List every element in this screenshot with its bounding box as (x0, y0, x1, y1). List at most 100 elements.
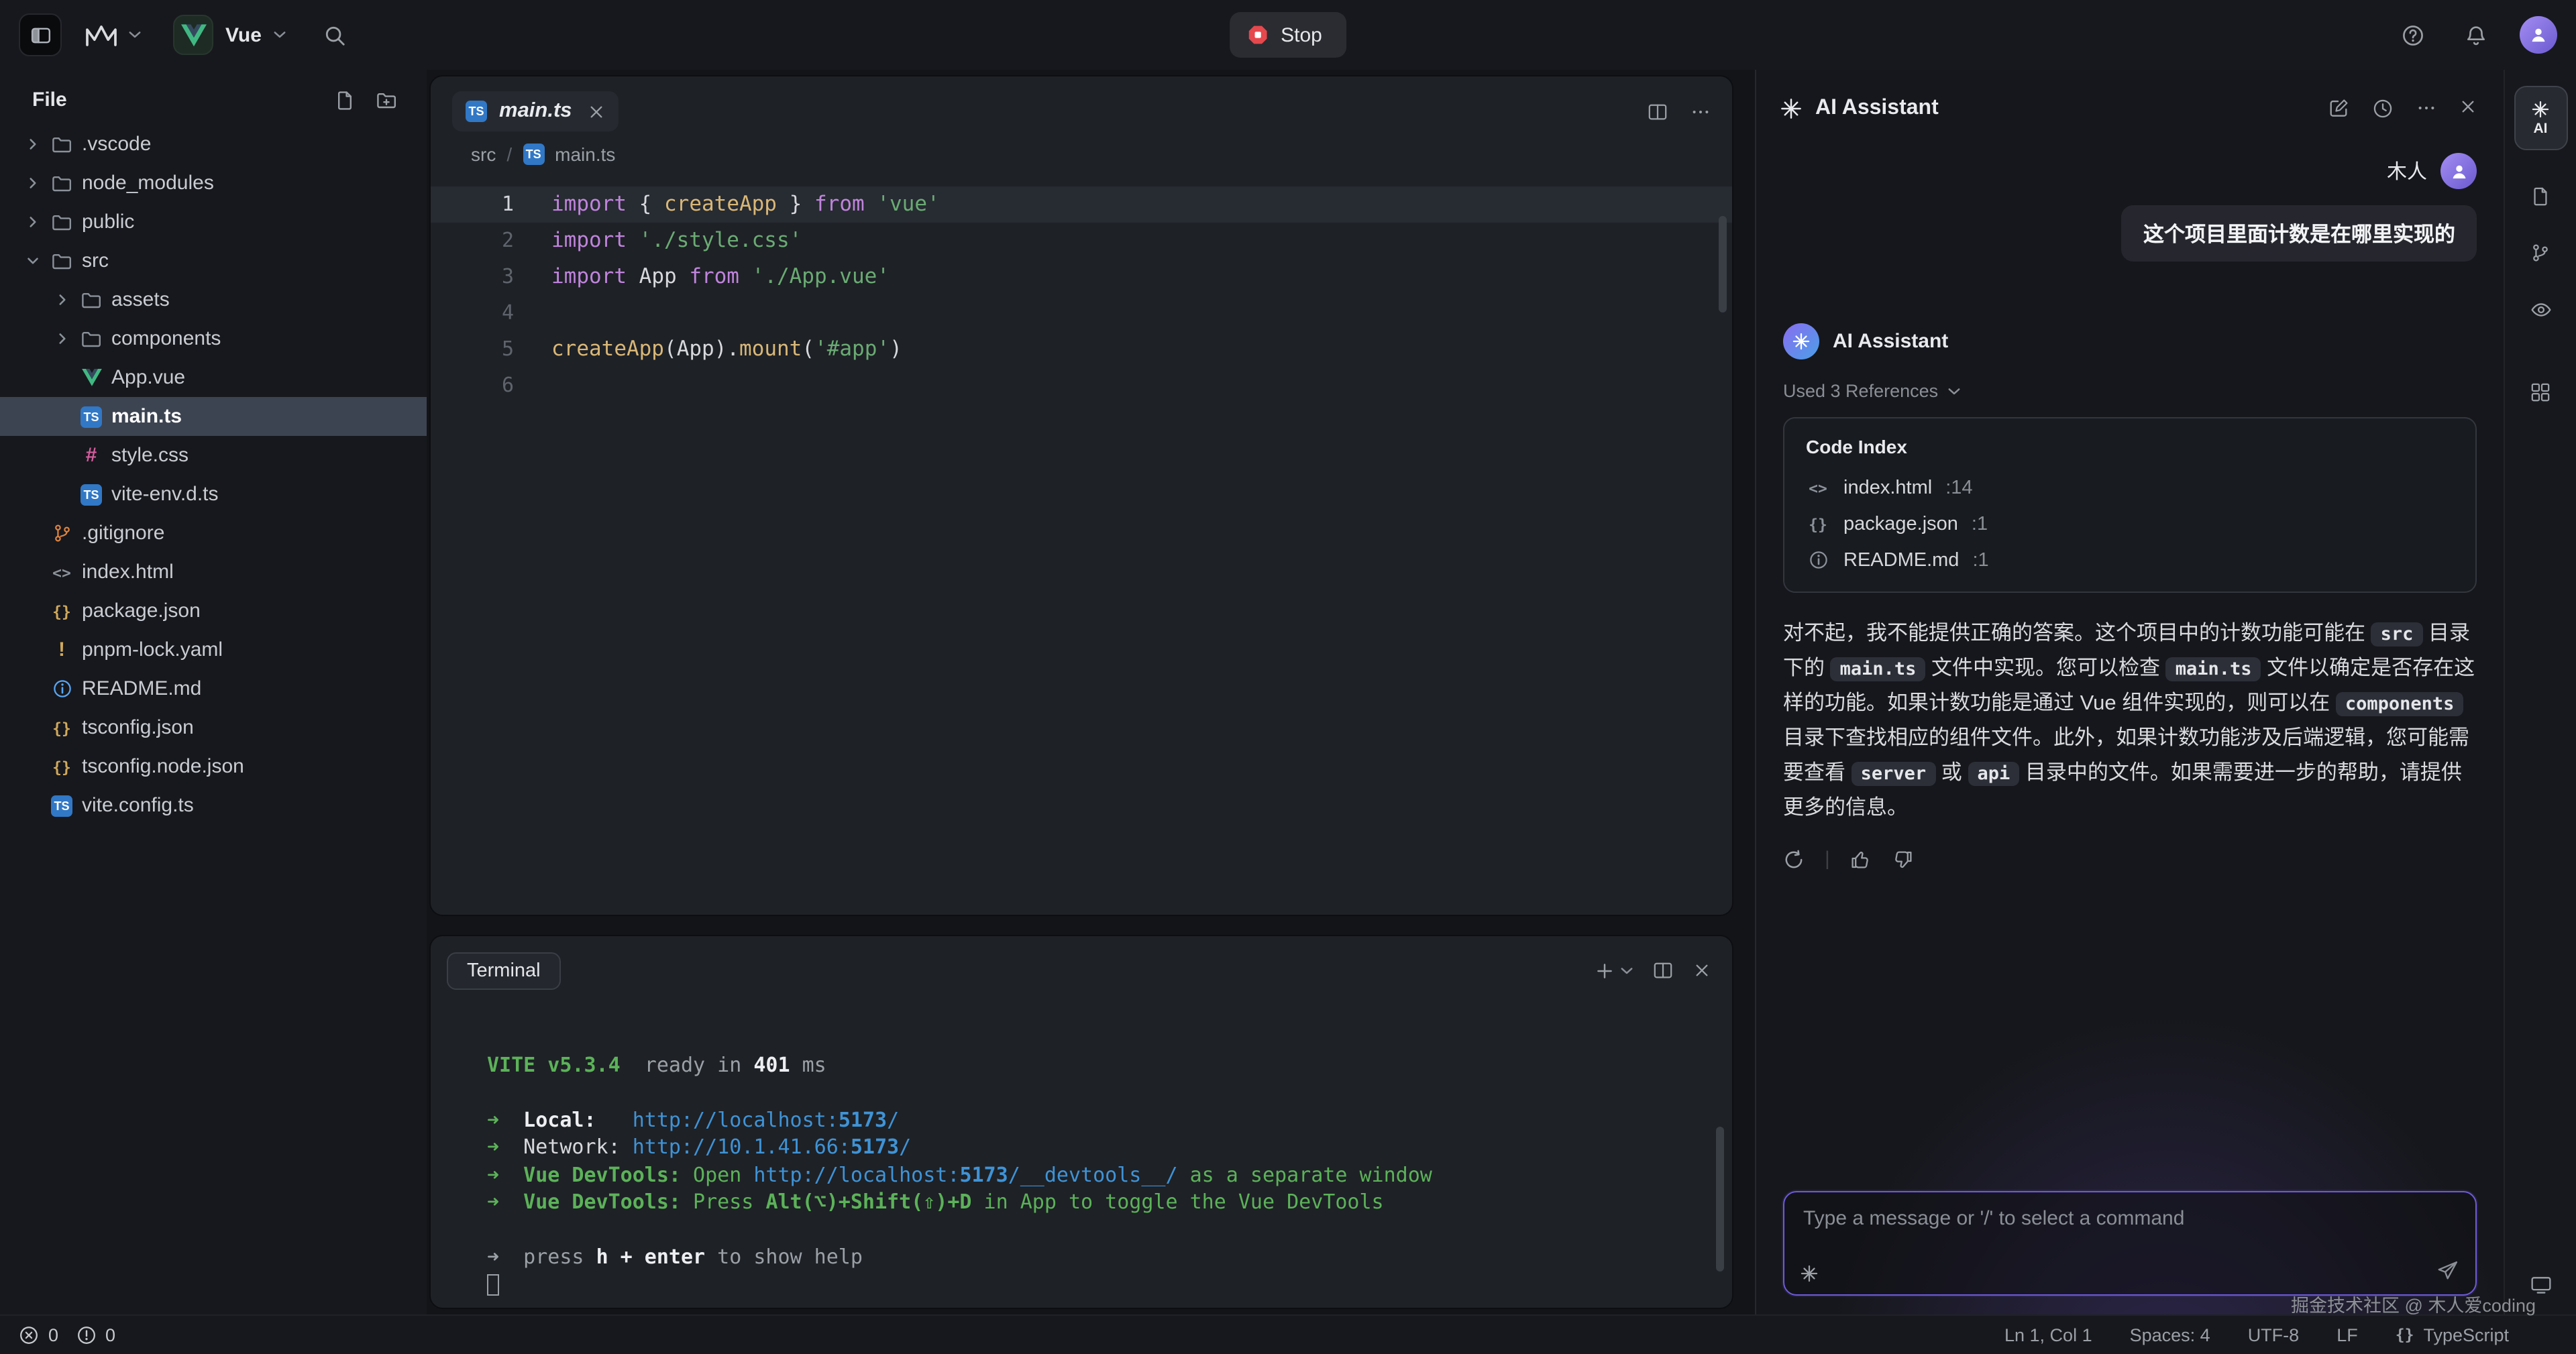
terminal-link[interactable]: / (887, 1107, 899, 1131)
breadcrumb-src[interactable]: src (471, 144, 496, 165)
status-item-ln-1-col-1[interactable]: Ln 1, Col 1 (2004, 1324, 2092, 1345)
tree-item-pnpm-lock.yaml[interactable]: !pnpm-lock.yaml (0, 630, 427, 669)
code-line-5[interactable]: 5createApp(App).mount('#app') (431, 331, 1732, 368)
panel-title: File (32, 89, 67, 111)
tree-chevron-icon[interactable] (48, 291, 75, 308)
close-terminal-icon[interactable] (1693, 962, 1711, 979)
tree-item-style.css[interactable]: #style.css (0, 436, 427, 475)
file-label: components (111, 327, 221, 350)
code-line-6[interactable]: 6 (431, 368, 1732, 404)
help-icon[interactable] (2394, 15, 2432, 54)
tree-chevron-icon[interactable] (19, 252, 46, 270)
code-editor[interactable]: 1import { createApp } from 'vue'2import … (431, 176, 1732, 914)
thumbs-down-icon[interactable] (1892, 848, 1913, 870)
tree-item-public[interactable]: public (0, 203, 427, 241)
terminal-link[interactable]: / (899, 1135, 911, 1159)
terminal-link[interactable]: 5173 (959, 1162, 1008, 1186)
tree-item-.gitignore[interactable]: .gitignore (0, 514, 427, 553)
status-item-typescript[interactable]: {}TypeScript (2396, 1324, 2509, 1345)
code-index-item-README.md[interactable]: README.md:1 (1806, 542, 2454, 578)
new-file-icon[interactable] (334, 89, 356, 111)
project-switcher[interactable]: Vue (162, 9, 297, 60)
editor-scrollbar[interactable] (1716, 216, 1728, 893)
tree-item-tsconfig.node.json[interactable]: {}tsconfig.node.json (0, 747, 427, 786)
scrollbar-thumb[interactable] (1718, 216, 1726, 313)
terminal-link[interactable]: 5173 (851, 1135, 899, 1159)
split-terminal-icon[interactable] (1653, 960, 1673, 980)
tree-item-App.vue[interactable]: App.vue (0, 358, 427, 397)
stop-button[interactable]: Stop (1230, 12, 1346, 58)
new-terminal-button[interactable] (1595, 961, 1633, 980)
terminal-link[interactable]: http://localhost: (753, 1162, 959, 1186)
line-number: 5 (447, 331, 514, 368)
tree-item-vite-env.d.ts[interactable]: TSvite-env.d.ts (0, 475, 427, 514)
more-options-icon[interactable] (2416, 98, 2436, 119)
close-panel-icon[interactable] (2459, 98, 2477, 119)
workspace-toggle-button[interactable] (19, 13, 62, 56)
file-explorer-panel: File .vscodenode_modulespublic srcassets c… (0, 70, 427, 1314)
file-label: public (82, 211, 134, 233)
errors-icon[interactable] (19, 1324, 39, 1345)
references-toggle[interactable]: Used 3 References (1783, 381, 2477, 401)
tab-main-ts[interactable]: TS main.ts (452, 91, 619, 131)
terminal-output[interactable]: VITE v5.3.4 ready in 401 ms➜ Local: http… (431, 992, 1732, 1307)
code-line-1[interactable]: 1import { createApp } from 'vue' (431, 186, 1732, 223)
tree-item-main.ts[interactable]: TSmain.ts (0, 397, 427, 436)
warnings-icon[interactable] (76, 1324, 96, 1345)
thumbs-up-icon[interactable] (1850, 848, 1872, 870)
tree-chevron-icon[interactable] (19, 213, 46, 231)
tree-item-vite.config.ts[interactable]: TSvite.config.ts (0, 786, 427, 825)
tree-item-node_modules[interactable]: node_modules (0, 164, 427, 203)
terminal-link[interactable]: /__devtools__/ (1008, 1162, 1178, 1186)
tree-chevron-icon[interactable] (19, 135, 46, 153)
scrollbar-thumb[interactable] (1716, 1126, 1724, 1271)
status-item-spaces-4[interactable]: Spaces: 4 (2130, 1324, 2210, 1345)
search-icon[interactable] (315, 15, 354, 54)
regenerate-icon[interactable] (1783, 848, 1805, 870)
tree-item-tsconfig.json[interactable]: {}tsconfig.json (0, 708, 427, 747)
status-item-lf[interactable]: LF (2337, 1324, 2358, 1345)
user-name: 木人 (2387, 157, 2427, 185)
close-tab-icon[interactable] (588, 103, 606, 120)
terminal-tab[interactable]: Terminal (447, 952, 561, 989)
rail-item-files-icon[interactable] (2530, 186, 2551, 207)
chat-input[interactable]: Type a message or '/' to select a comman… (1783, 1190, 2477, 1295)
terminal-link[interactable]: http://localhost: (633, 1107, 839, 1131)
rail-item-git-icon[interactable] (2530, 243, 2551, 263)
code-line-4[interactable]: 4 (431, 295, 1732, 331)
tree-item-assets[interactable]: assets (0, 280, 427, 319)
rail-item-preview-icon[interactable] (2530, 299, 2551, 321)
tree-chevron-icon[interactable] (19, 174, 46, 192)
notifications-icon[interactable] (2457, 15, 2496, 54)
tree-item-README.md[interactable]: README.md (0, 669, 427, 708)
terminal-link[interactable]: http://10.1.41.66: (633, 1135, 851, 1159)
breadcrumb-file[interactable]: main.ts (555, 144, 615, 165)
send-icon[interactable] (2436, 1259, 2459, 1282)
tree-item-package.json[interactable]: {}package.json (0, 591, 427, 630)
new-chat-icon[interactable] (2328, 98, 2349, 119)
terminal-scrollbar[interactable] (1713, 1003, 1727, 1291)
breadcrumb[interactable]: src / TS main.ts (431, 138, 1732, 176)
tree-item-src[interactable]: src (0, 241, 427, 280)
inline-code: main.ts (2166, 657, 2261, 681)
user-avatar[interactable] (2520, 16, 2557, 54)
terminal-link[interactable]: 5173 (839, 1107, 887, 1131)
code-index-item-index.html[interactable]: <>index.html:14 (1806, 469, 2454, 506)
rail-item-extensions-icon[interactable] (2530, 382, 2551, 402)
code-index-item-package.json[interactable]: {}package.json:1 (1806, 506, 2454, 542)
code-index-card: Code Index <>index.html:14{}package.json… (1783, 417, 2477, 593)
rail-item-ai[interactable]: AI (2514, 86, 2567, 150)
status-item-utf-8[interactable]: UTF-8 (2248, 1324, 2300, 1345)
user-message: 这个项目里面计数是在哪里实现的 (2122, 205, 2477, 262)
tree-item-index.html[interactable]: <>index.html (0, 553, 427, 591)
history-icon[interactable] (2372, 98, 2394, 119)
new-folder-icon[interactable] (376, 89, 397, 111)
tree-chevron-icon[interactable] (48, 330, 75, 347)
tree-item-.vscode[interactable]: .vscode (0, 125, 427, 164)
more-options-icon[interactable] (1690, 101, 1711, 121)
main-menu-button[interactable] (80, 15, 144, 54)
code-line-3[interactable]: 3import App from './App.vue' (431, 259, 1732, 295)
code-line-2[interactable]: 2import './style.css' (431, 223, 1732, 259)
split-editor-icon[interactable] (1648, 101, 1668, 121)
tree-item-components[interactable]: components (0, 319, 427, 358)
